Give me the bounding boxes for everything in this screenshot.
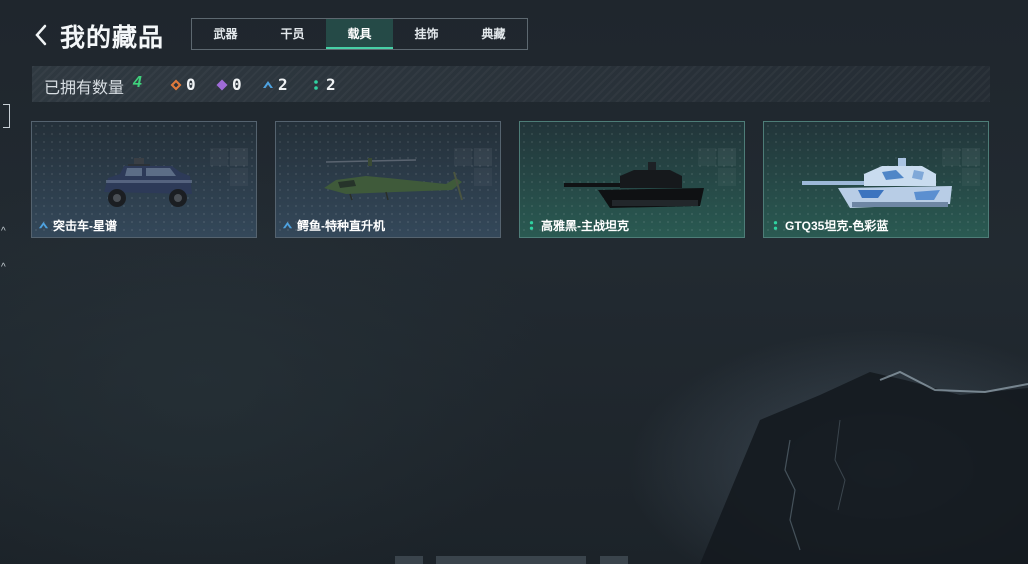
next-page-button[interactable] [600,556,628,564]
rarity-stat-orange: 0 [170,75,196,94]
green-dots-icon [314,79,318,90]
green-dots-icon [529,221,534,230]
vehicle-card[interactable]: 鳄鱼-特种直升机 [275,121,501,238]
blue-chevron-icon [38,221,49,229]
orange-diamond-icon [170,79,182,90]
owned-count: 4 [133,74,142,91]
card-label: 高雅黑-主战坦克 [526,217,629,234]
vehicle-name: 鳄鱼-特种直升机 [297,219,385,233]
rarity-count: 0 [186,75,196,94]
rarity-count: 2 [278,75,288,94]
card-label: 突击车-星谱 [38,217,117,234]
vehicle-name: GTQ35坦克-色彩蓝 [785,219,889,233]
rarity-stat-green: 2 [310,75,336,94]
assault-vehicle-icon [104,158,192,207]
caret-up-icon[interactable]: ^ [1,262,6,273]
rarity-stat-blue: 2 [262,75,288,94]
chevron-left-icon [35,24,47,46]
tab-weapons[interactable]: 武器 [192,19,259,49]
category-tabs: 武器 干员 载具 挂饰 典藏 [191,18,528,50]
ownership-stats-bar: 已拥有数量 4 0 0 2 2 [32,66,990,102]
owned-label: 已拥有数量 [44,80,125,97]
tab-vehicles[interactable]: 载具 [326,19,393,49]
vehicle-card[interactable]: 高雅黑-主战坦克 [519,121,745,238]
blue-chevron-icon [282,221,293,229]
rarity-count: 2 [326,75,336,94]
page-indicator [436,556,586,564]
vehicle-card[interactable]: 突击车-星谱 [31,121,257,238]
vehicle-card[interactable]: GTQ35坦克-色彩蓝 [763,121,989,238]
caret-up-icon[interactable]: ^ [1,226,6,237]
blue-chevron-icon [263,80,273,88]
helicopter-icon [324,158,463,201]
card-label: 鳄鱼-特种直升机 [282,217,385,234]
tab-collection[interactable]: 典藏 [460,19,527,49]
back-button[interactable] [30,22,54,48]
rarity-count: 0 [232,75,242,94]
page-title: 我的藏品 [60,24,165,52]
prev-page-button[interactable] [395,556,423,564]
tab-operators[interactable]: 干员 [259,19,326,49]
side-panel-handle[interactable] [3,104,10,128]
tab-charms[interactable]: 挂饰 [393,19,460,49]
rarity-stat-purple: 0 [216,75,242,94]
tank-icon [564,162,704,208]
vehicle-name: 高雅黑-主战坦克 [541,219,629,233]
card-label: GTQ35坦克-色彩蓝 [770,217,888,234]
green-dots-icon [773,221,778,230]
camo-tank-icon [802,158,952,208]
vehicle-name: 突击车-星谱 [53,219,117,233]
purple-diamond-icon [216,79,228,90]
